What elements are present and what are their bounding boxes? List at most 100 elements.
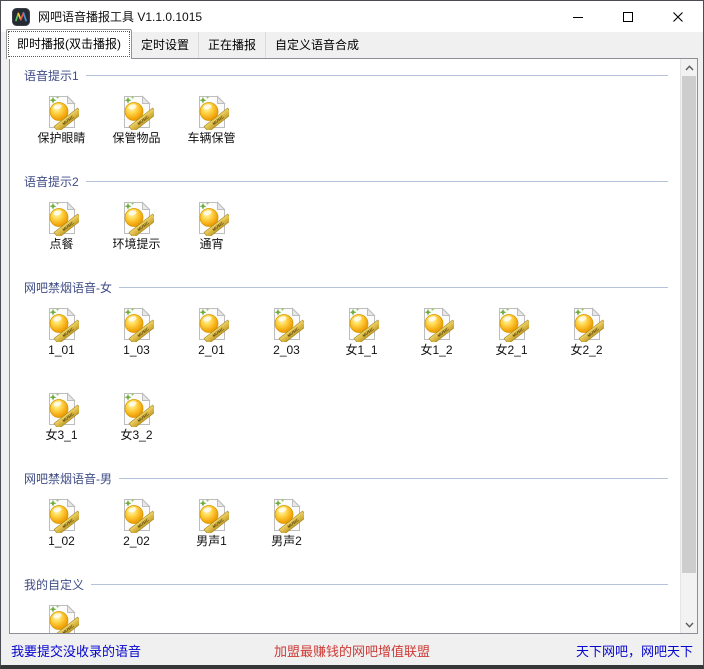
group-title: 语音提示1 [24, 67, 79, 84]
music-file-icon [45, 391, 79, 427]
voice-item[interactable]: 2_03 [249, 306, 324, 357]
status-bar: 我要提交没收录的语音 加盟最赚钱的网吧增值联盟 天下网吧，网吧天下 [1, 635, 703, 665]
voice-group: 网吧禁烟语音-女 1_01 1_03 2_01 2_03 女1_1 女1_2 女… [24, 279, 680, 442]
group-title: 网吧禁烟语音-女 [24, 279, 112, 296]
music-file-icon [195, 497, 229, 533]
item-label: 1_02 [48, 535, 75, 548]
voice-item[interactable]: 保管物品 [99, 94, 174, 145]
item-label: 2_02 [123, 535, 150, 548]
alliance-link[interactable]: 加盟最赚钱的网吧增值联盟 [274, 641, 430, 660]
txwb-link[interactable]: 天下网吧，网吧天下 [430, 641, 693, 660]
voice-group: 我的自定义 天下网吧欢迎你 [24, 576, 680, 633]
group-divider-line [86, 181, 668, 182]
group-header: 网吧禁烟语音-女 [24, 279, 680, 296]
voice-item[interactable]: 车辆保管 [174, 94, 249, 145]
group-header: 网吧禁烟语音-男 [24, 470, 680, 487]
item-label: 保管物品 [112, 132, 160, 145]
music-file-icon [270, 497, 304, 533]
music-file-icon [495, 306, 529, 342]
music-file-icon [120, 497, 154, 533]
minimize-button[interactable] [553, 1, 603, 32]
item-label: 男声2 [271, 535, 302, 548]
scroll-up-button[interactable] [681, 59, 697, 76]
item-label: 女3_2 [120, 429, 152, 442]
voice-item[interactable]: 女1_1 [324, 306, 399, 357]
voice-list-panel: 语音提示1 保护眼睛 保管物品 车辆保管 语音提示2 点餐 环境提示 通宵 [9, 58, 698, 634]
item-label: 女2_2 [570, 344, 602, 357]
group-header: 我的自定义 [24, 576, 680, 593]
item-label: 女1_2 [420, 344, 452, 357]
music-file-icon [195, 94, 229, 130]
group-title: 语音提示2 [24, 173, 79, 190]
scrollbar-thumb[interactable] [682, 76, 696, 573]
item-label: 通宵 [199, 238, 223, 251]
voice-item[interactable]: 1_03 [99, 306, 174, 357]
app-window: 网吧语音播报工具 V1.1.0.1015 即时播报(双击播报)定时设置正在播报自… [0, 0, 704, 669]
voice-group: 网吧禁烟语音-男 1_02 2_02 男声1 男声2 [24, 470, 680, 548]
voice-item[interactable]: 女2_1 [474, 306, 549, 357]
voice-item[interactable]: 2_01 [174, 306, 249, 357]
close-icon [672, 11, 684, 23]
voice-item[interactable]: 天下网吧欢迎你 [24, 603, 99, 633]
voice-item[interactable]: 女1_2 [399, 306, 474, 357]
group-items: 1_02 2_02 男声1 男声2 [24, 497, 680, 548]
voice-item[interactable]: 2_02 [99, 497, 174, 548]
music-file-icon [345, 306, 379, 342]
voice-item[interactable]: 女2_2 [549, 306, 624, 357]
group-items: 保护眼睛 保管物品 车辆保管 [24, 94, 680, 145]
voice-item[interactable]: 点餐 [24, 200, 99, 251]
music-file-icon [45, 497, 79, 533]
voice-item[interactable]: 环境提示 [99, 200, 174, 251]
item-label: 车辆保管 [187, 132, 235, 145]
title-bar: 网吧语音播报工具 V1.1.0.1015 [1, 1, 703, 32]
voice-group: 语音提示1 保护眼睛 保管物品 车辆保管 [24, 67, 680, 145]
voice-group: 语音提示2 点餐 环境提示 通宵 [24, 173, 680, 251]
group-header: 语音提示2 [24, 173, 680, 190]
item-label: 点餐 [49, 238, 73, 251]
tab-0[interactable]: 即时播报(双击播报) [6, 29, 132, 59]
voice-item[interactable]: 女3_2 [99, 391, 174, 442]
voice-item[interactable]: 男声1 [174, 497, 249, 548]
group-divider-line [119, 287, 668, 288]
maximize-icon [622, 11, 634, 23]
submit-voice-link[interactable]: 我要提交没收录的语音 [11, 641, 274, 660]
voice-item[interactable]: 1_01 [24, 306, 99, 357]
group-items: 1_01 1_03 2_01 2_03 女1_1 女1_2 女2_1 女2_2 … [24, 306, 680, 442]
maximize-button[interactable] [603, 1, 653, 32]
item-label: 1_01 [48, 344, 75, 357]
voice-item[interactable]: 通宵 [174, 200, 249, 251]
groups: 语音提示1 保护眼睛 保管物品 车辆保管 语音提示2 点餐 环境提示 通宵 [10, 59, 680, 633]
voice-item[interactable]: 女3_1 [24, 391, 99, 442]
close-button[interactable] [653, 1, 703, 32]
music-file-icon [45, 94, 79, 130]
group-title: 我的自定义 [24, 576, 84, 593]
chevron-up-icon [685, 65, 694, 71]
music-file-icon [270, 306, 304, 342]
tab-strip: 即时播报(双击播报)定时设置正在播报自定义语音合成 [1, 32, 703, 58]
window-controls [553, 1, 703, 32]
music-file-icon [420, 306, 454, 342]
minimize-icon [572, 11, 584, 23]
item-label: 男声1 [196, 535, 227, 548]
group-divider-line [119, 478, 668, 479]
tab-3[interactable]: 自定义语音合成 [266, 32, 368, 58]
voice-item[interactable]: 1_02 [24, 497, 99, 548]
item-label: 2_01 [198, 344, 225, 357]
group-divider-line [91, 584, 668, 585]
tab-2[interactable]: 正在播报 [199, 32, 266, 58]
voice-item[interactable]: 男声2 [249, 497, 324, 548]
item-label: 女2_1 [495, 344, 527, 357]
group-header: 语音提示1 [24, 67, 680, 84]
music-file-icon [195, 200, 229, 236]
tab-1[interactable]: 定时设置 [132, 32, 199, 58]
app-logo-icon [12, 8, 30, 26]
vertical-scrollbar[interactable] [680, 59, 697, 633]
item-label: 女1_1 [345, 344, 377, 357]
music-file-icon [45, 603, 79, 633]
music-file-icon [570, 306, 604, 342]
scroll-down-button[interactable] [681, 616, 697, 633]
item-label: 环境提示 [112, 238, 160, 251]
music-file-icon [45, 306, 79, 342]
item-label: 2_03 [273, 344, 300, 357]
voice-item[interactable]: 保护眼睛 [24, 94, 99, 145]
